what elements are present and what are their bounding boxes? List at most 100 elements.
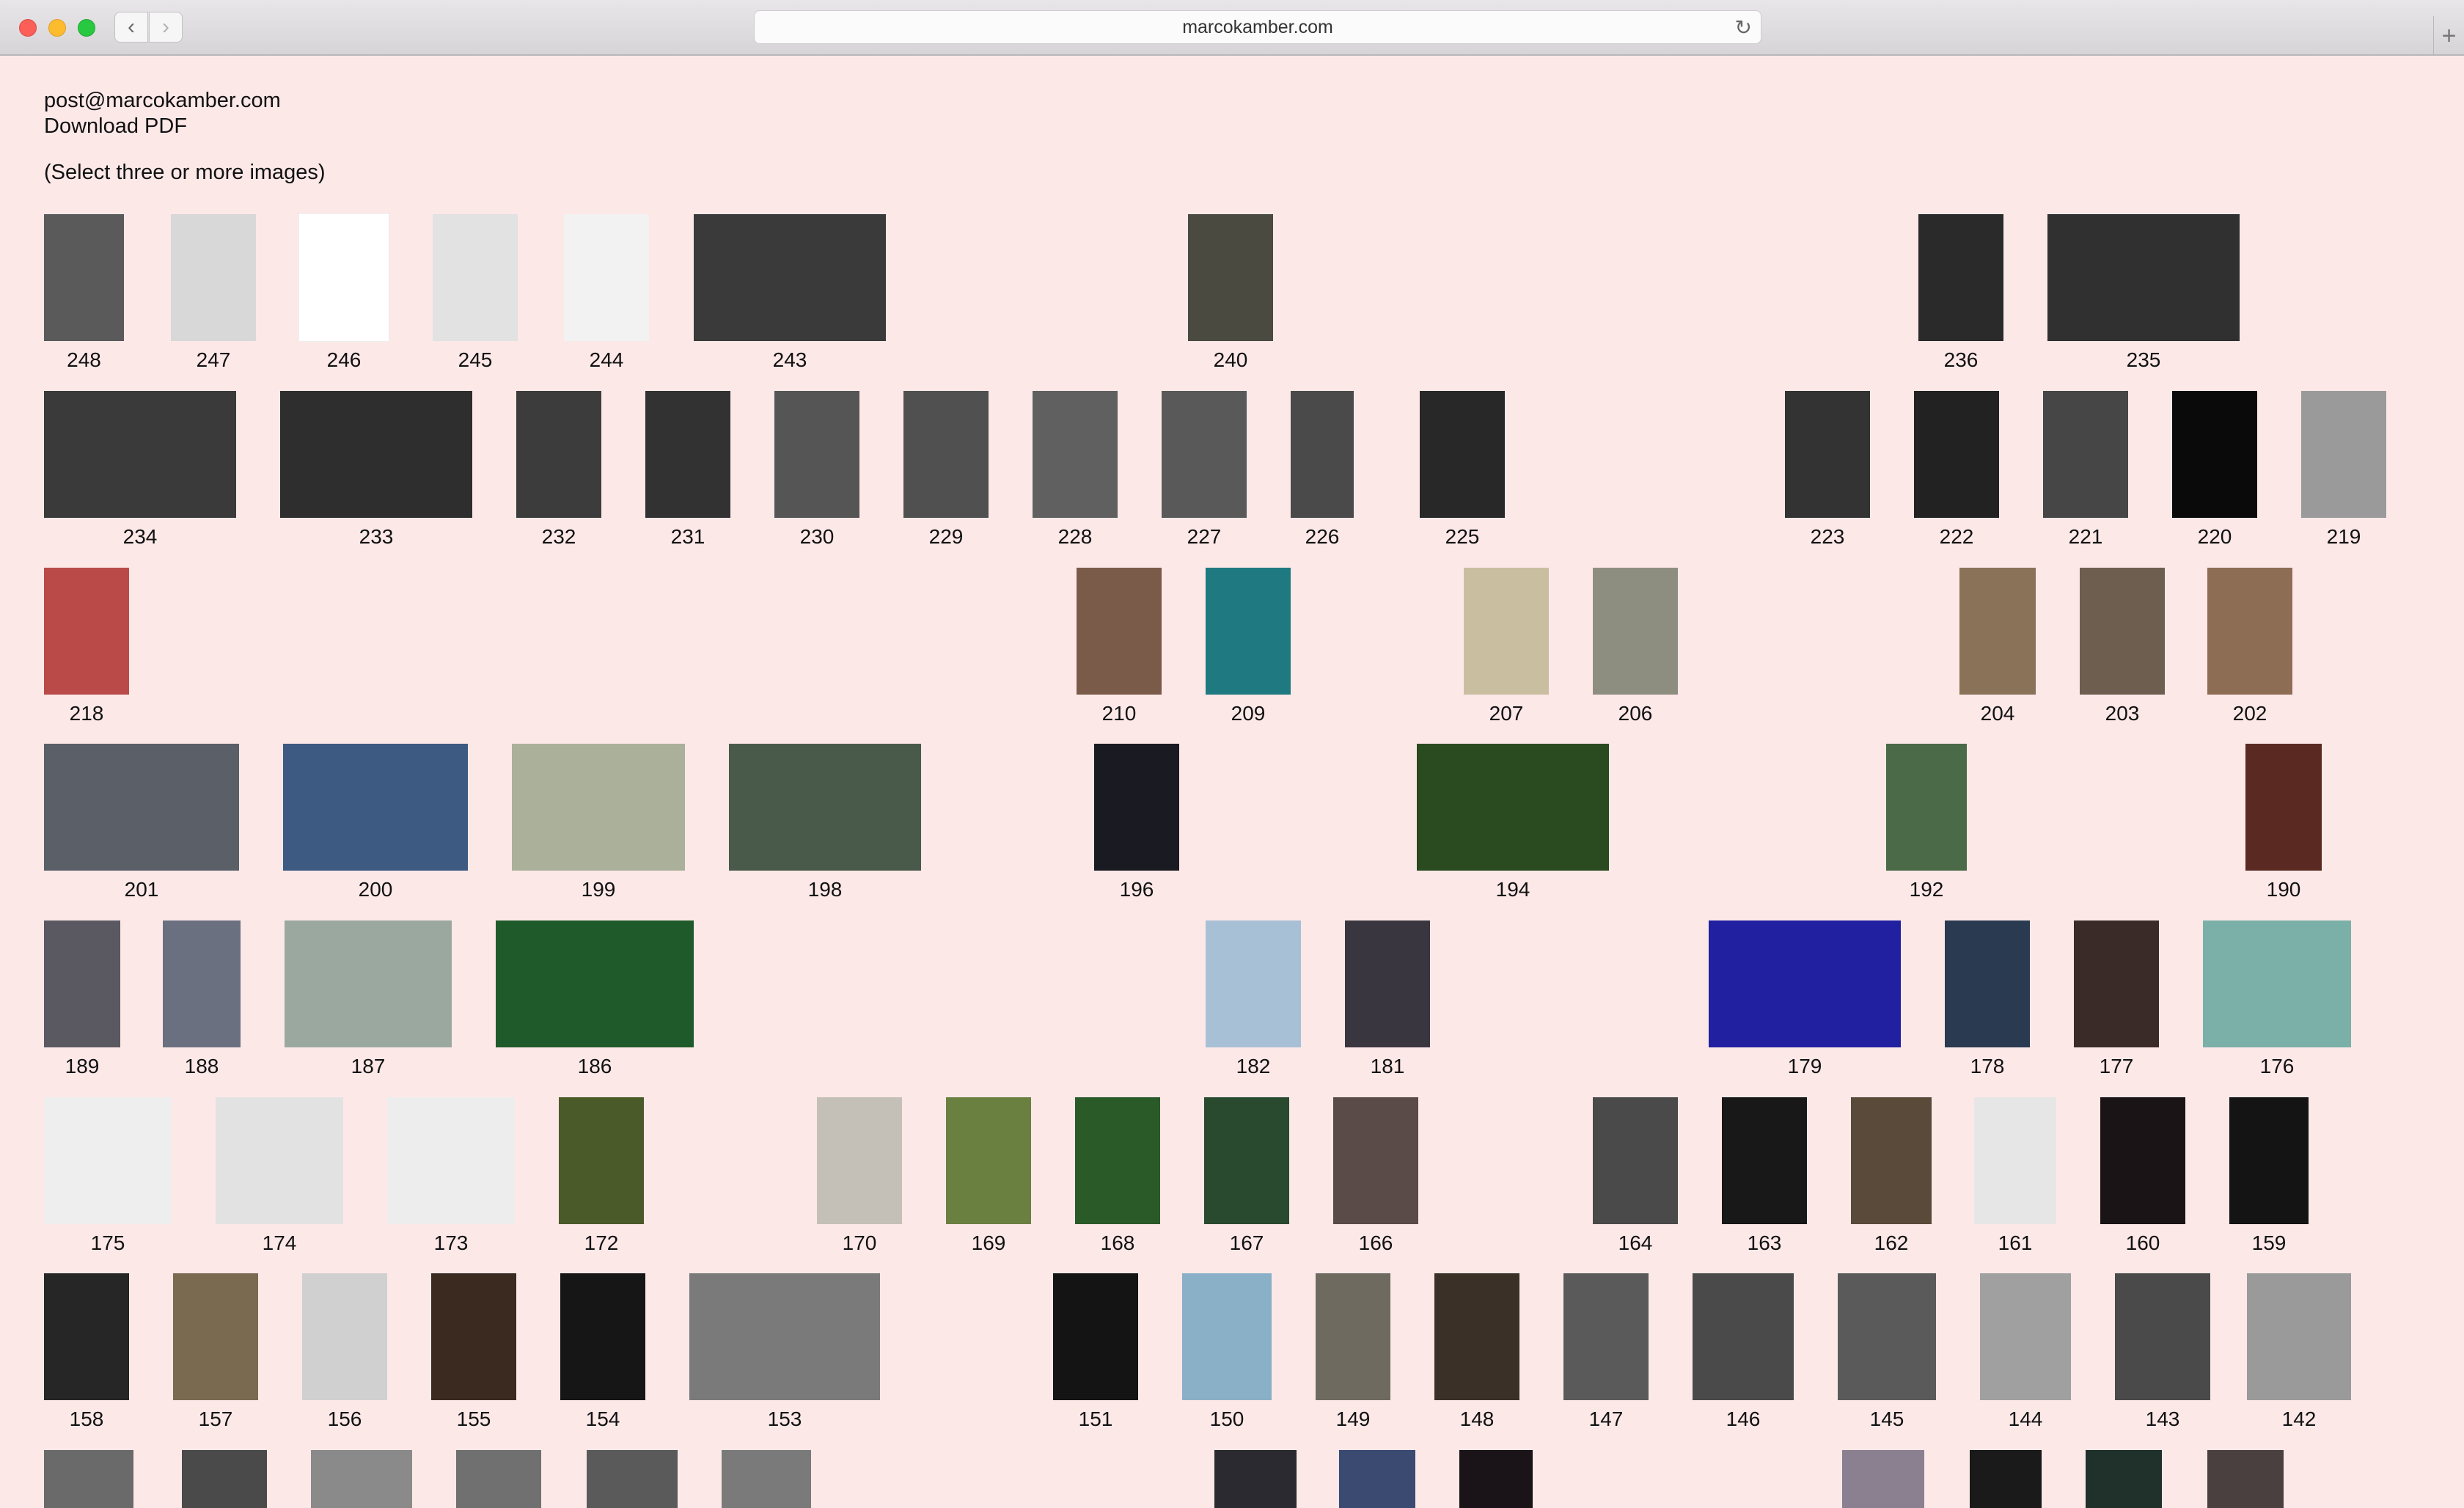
photo-image[interactable] bbox=[1077, 568, 1162, 695]
image-thumbnail[interactable]: 235 bbox=[2047, 214, 2240, 378]
image-thumbnail[interactable]: 167 bbox=[1204, 1097, 1289, 1261]
image-thumbnail[interactable]: 159 bbox=[2229, 1097, 2309, 1261]
image-thumbnail[interactable]: 164 bbox=[1593, 1097, 1678, 1261]
image-thumbnail[interactable]: 170 bbox=[817, 1097, 902, 1261]
photo-image[interactable] bbox=[1914, 391, 1999, 518]
photo-image[interactable] bbox=[2229, 1097, 2309, 1224]
image-thumbnail[interactable]: 168 bbox=[1075, 1097, 1160, 1261]
image-thumbnail[interactable]: 158 bbox=[44, 1273, 129, 1437]
photo-image[interactable] bbox=[1053, 1273, 1138, 1400]
image-thumbnail[interactable]: 227 bbox=[1162, 391, 1247, 554]
photo-image[interactable] bbox=[694, 214, 886, 341]
image-thumbnail[interactable]: 248 bbox=[44, 214, 124, 378]
photo-image[interactable] bbox=[44, 744, 239, 871]
photo-image[interactable] bbox=[280, 391, 472, 518]
image-thumbnail[interactable]: 233 bbox=[280, 391, 472, 554]
image-thumbnail[interactable]: 153 bbox=[689, 1273, 880, 1437]
image-thumbnail[interactable]: 225 bbox=[1420, 391, 1505, 554]
photo-image[interactable] bbox=[2043, 391, 2128, 518]
photo-image[interactable] bbox=[1785, 391, 1870, 518]
photo-image[interactable] bbox=[2100, 1097, 2185, 1224]
photo-image[interactable] bbox=[44, 1273, 129, 1400]
image-thumbnail[interactable]: 220 bbox=[2172, 391, 2257, 554]
photo-image[interactable] bbox=[1918, 214, 2003, 341]
image-thumbnail[interactable]: 203 bbox=[2080, 568, 2165, 731]
reload-icon[interactable]: ↻ bbox=[1735, 15, 1752, 40]
photo-image[interactable] bbox=[1339, 1450, 1415, 1508]
photo-image[interactable] bbox=[645, 391, 730, 518]
photo-image[interactable] bbox=[2203, 920, 2351, 1047]
photo-image[interactable] bbox=[302, 1273, 387, 1400]
image-thumbnail[interactable]: 219 bbox=[2301, 391, 2386, 554]
image-thumbnail[interactable]: 207 bbox=[1464, 568, 1549, 731]
image-thumbnail[interactable]: 188 bbox=[163, 920, 241, 1084]
photo-image[interactable] bbox=[946, 1097, 1031, 1224]
image-thumbnail[interactable]: 243 bbox=[694, 214, 886, 378]
image-thumbnail[interactable]: 174 bbox=[216, 1097, 343, 1261]
image-thumbnail[interactable]: 143 bbox=[2115, 1273, 2210, 1437]
image-thumbnail[interactable]: 240 bbox=[1188, 214, 1273, 378]
photo-image[interactable] bbox=[44, 214, 124, 341]
image-thumbnail[interactable]: 181 bbox=[1345, 920, 1430, 1084]
photo-image[interactable] bbox=[283, 744, 468, 871]
photo-image[interactable] bbox=[903, 391, 989, 518]
image-thumbnail[interactable]: 147 bbox=[1563, 1273, 1649, 1437]
image-thumbnail[interactable]: 155 bbox=[431, 1273, 516, 1437]
image-thumbnail[interactable]: 175 bbox=[44, 1097, 172, 1261]
photo-image[interactable] bbox=[311, 1450, 412, 1508]
image-thumbnail[interactable]: 246 bbox=[298, 213, 389, 378]
new-tab-button[interactable]: + bbox=[2433, 16, 2464, 56]
image-thumbnail[interactable]: 232 bbox=[516, 391, 601, 554]
image-thumbnail[interactable]: 157 bbox=[173, 1273, 258, 1437]
image-thumbnail[interactable]: 162 bbox=[1851, 1097, 1932, 1261]
image-thumbnail[interactable]: 178 bbox=[1945, 920, 2030, 1084]
photo-image[interactable] bbox=[722, 1450, 811, 1508]
photo-image[interactable] bbox=[1693, 1273, 1794, 1400]
image-thumbnail[interactable]: 145 bbox=[1838, 1273, 1936, 1437]
photo-image[interactable] bbox=[2247, 1273, 2351, 1400]
photo-image[interactable] bbox=[433, 214, 518, 341]
photo-image[interactable] bbox=[2115, 1273, 2210, 1400]
photo-image[interactable] bbox=[1970, 1450, 2042, 1508]
photo-image[interactable] bbox=[1188, 214, 1273, 341]
photo-image[interactable] bbox=[774, 391, 859, 518]
zoom-window-button[interactable] bbox=[78, 19, 95, 37]
image-thumbnail[interactable]: 229 bbox=[903, 391, 989, 554]
photo-image[interactable] bbox=[1182, 1273, 1272, 1400]
photo-image[interactable] bbox=[2245, 744, 2322, 871]
photo-image[interactable] bbox=[456, 1450, 541, 1508]
image-thumbnail[interactable]: 172 bbox=[559, 1097, 644, 1261]
image-thumbnail[interactable]: 245 bbox=[433, 214, 518, 378]
image-thumbnail[interactable]: 186 bbox=[496, 920, 694, 1084]
photo-image[interactable] bbox=[689, 1273, 880, 1400]
image-thumbnail[interactable]: 192 bbox=[1886, 744, 1967, 907]
photo-image[interactable] bbox=[1464, 568, 1549, 695]
image-thumbnail[interactable]: 210 bbox=[1077, 568, 1162, 731]
image-thumbnail[interactable]: 196 bbox=[1094, 744, 1179, 907]
image-thumbnail[interactable]: 142 bbox=[2247, 1273, 2351, 1437]
photo-image[interactable] bbox=[1214, 1450, 1297, 1508]
image-thumbnail[interactable]: 144 bbox=[1980, 1273, 2071, 1437]
photo-image[interactable] bbox=[163, 920, 241, 1047]
photo-image[interactable] bbox=[1593, 568, 1678, 695]
image-thumbnail[interactable]: 194 bbox=[1417, 744, 1609, 907]
image-thumbnail[interactable]: 231 bbox=[645, 391, 730, 554]
photo-image[interactable] bbox=[44, 920, 120, 1047]
photo-image[interactable] bbox=[216, 1097, 343, 1224]
photo-image[interactable] bbox=[1974, 1097, 2056, 1224]
image-thumbnail[interactable]: 161 bbox=[1974, 1097, 2056, 1261]
image-thumbnail[interactable]: 163 bbox=[1722, 1097, 1807, 1261]
image-thumbnail[interactable]: 209 bbox=[1206, 568, 1291, 731]
photo-image[interactable] bbox=[171, 214, 256, 341]
forward-button[interactable]: › bbox=[149, 12, 183, 43]
photo-image[interactable] bbox=[298, 213, 389, 342]
image-thumbnail[interactable]: 154 bbox=[560, 1273, 645, 1437]
image-thumbnail[interactable]: 228 bbox=[1033, 391, 1118, 554]
photo-image[interactable] bbox=[1593, 1097, 1678, 1224]
photo-image[interactable] bbox=[1945, 920, 2030, 1047]
photo-image[interactable] bbox=[496, 920, 694, 1047]
image-thumbnail[interactable]: 199 bbox=[512, 744, 685, 907]
photo-image[interactable] bbox=[1075, 1097, 1160, 1224]
photo-image[interactable] bbox=[1420, 391, 1505, 518]
image-thumbnail[interactable]: 187 bbox=[285, 920, 452, 1084]
